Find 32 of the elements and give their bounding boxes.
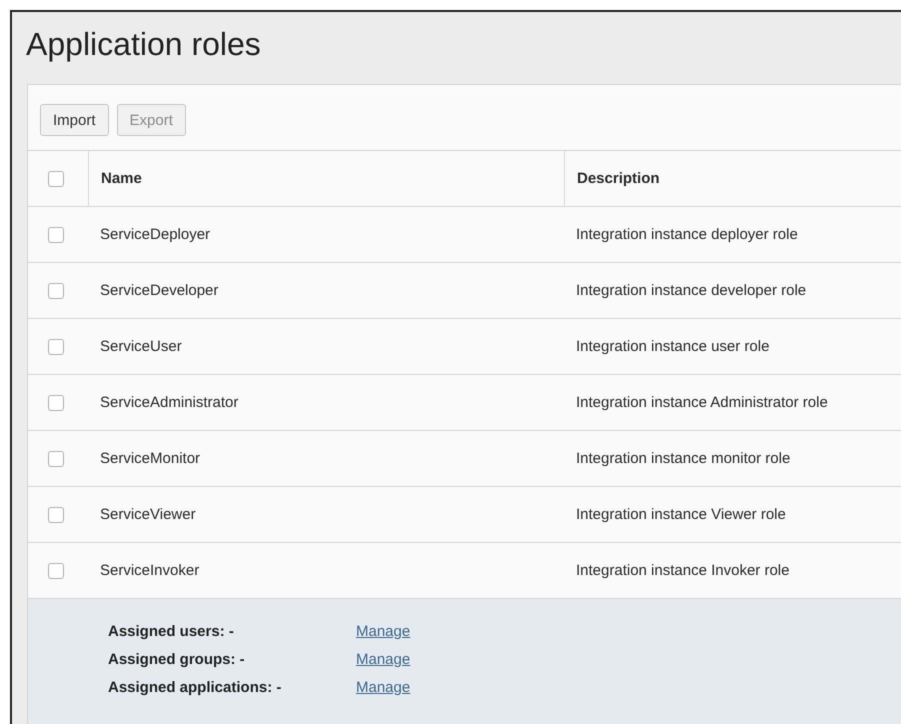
manage-link[interactable]: Manage bbox=[356, 622, 410, 640]
detail-label: Assigned users: - bbox=[108, 622, 235, 640]
table-cell-text: ServiceDeveloper bbox=[99, 282, 220, 299]
table-cell-text: ServiceDeployer bbox=[99, 226, 212, 243]
checkbox[interactable] bbox=[48, 226, 64, 242]
column-header[interactable]: Name bbox=[101, 170, 142, 187]
column-header[interactable]: Description bbox=[577, 170, 660, 187]
table-cell-text: Integration instance developer role bbox=[575, 282, 808, 299]
detail-label: Assigned groups: - bbox=[108, 650, 246, 668]
manage-link[interactable]: Manage bbox=[356, 650, 410, 668]
checkbox[interactable] bbox=[48, 338, 64, 354]
table-cell-text: ServiceUser bbox=[99, 338, 183, 355]
checkbox[interactable] bbox=[48, 450, 64, 466]
table-cell-text: ServiceViewer bbox=[99, 506, 197, 523]
table-cell-text: Integration instance Administrator role bbox=[575, 394, 829, 411]
checkbox[interactable] bbox=[48, 170, 64, 186]
table-cell-text: Integration instance Invoker role bbox=[575, 562, 790, 579]
checkbox[interactable] bbox=[48, 562, 64, 578]
checkbox[interactable] bbox=[48, 506, 64, 522]
toolbar-button[interactable]: Import bbox=[40, 104, 109, 136]
detail-label: Assigned applications: - bbox=[108, 678, 282, 696]
manage-link[interactable]: Manage bbox=[356, 678, 410, 696]
table-cell-text: ServiceInvoker bbox=[99, 562, 200, 579]
table-cell-text: Integration instance Viewer role bbox=[575, 506, 787, 523]
table-cell-text: ServiceMonitor bbox=[99, 450, 202, 467]
table-cell-text: Integration instance deployer role bbox=[575, 226, 799, 243]
table-cell-text: Integration instance user role bbox=[575, 338, 770, 355]
checkbox[interactable] bbox=[48, 394, 64, 410]
page-title: Application roles bbox=[26, 26, 262, 64]
table-cell-text: Integration instance monitor role bbox=[575, 450, 792, 467]
table-cell-text: ServiceAdministrator bbox=[99, 394, 240, 411]
checkbox[interactable] bbox=[48, 282, 64, 298]
